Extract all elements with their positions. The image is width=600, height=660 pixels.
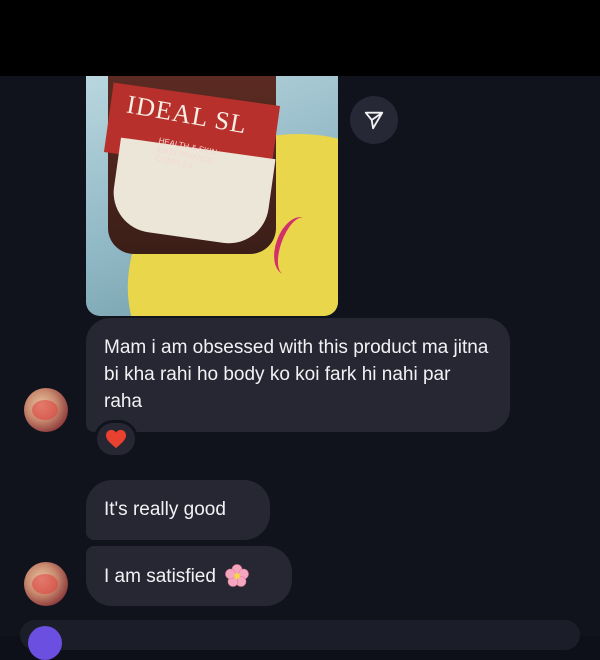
- message-text: It's really good: [104, 499, 226, 520]
- reaction-badge[interactable]: [94, 420, 138, 458]
- heart-icon: [106, 429, 126, 449]
- share-button[interactable]: [350, 96, 398, 144]
- camera-button[interactable]: [28, 626, 62, 660]
- avatar[interactable]: [24, 562, 68, 606]
- message-text: Mam i am obsessed with this product ma j…: [104, 337, 489, 412]
- cherry-blossom-icon: [225, 564, 249, 587]
- avatar[interactable]: [24, 388, 68, 432]
- shared-product-photo[interactable]: IDEAL SL HEALTH & SKIN MAINTENANCE COMPL…: [86, 76, 338, 316]
- send-icon: [364, 111, 384, 130]
- top-bar: [0, 0, 600, 76]
- message-composer[interactable]: [20, 620, 580, 660]
- message-bubble[interactable]: Mam i am obsessed with this product ma j…: [86, 318, 510, 432]
- message-bubble[interactable]: It's really good: [86, 480, 270, 540]
- message-text: I am satisfied: [104, 565, 216, 587]
- message-bubble[interactable]: I am satisfied: [86, 546, 292, 606]
